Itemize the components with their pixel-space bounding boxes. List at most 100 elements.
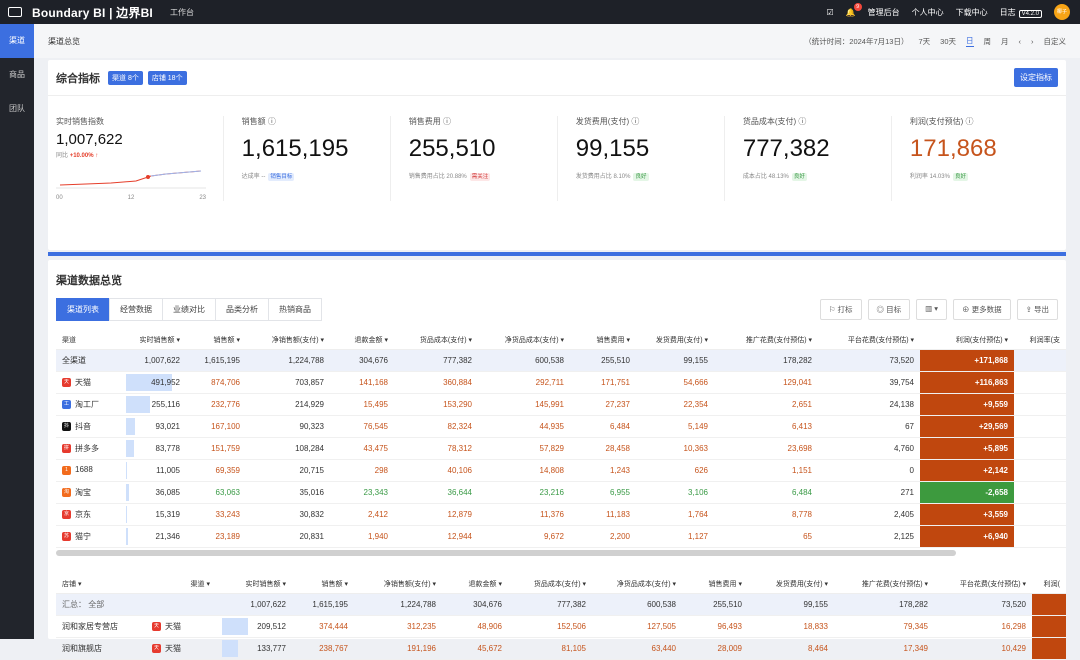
table-row[interactable]: 全渠道1,007,6221,615,1951,224,788304,676777…	[56, 349, 1066, 371]
profit-cell: +3,559	[920, 503, 1014, 525]
range-30d[interactable]: 30天	[940, 36, 956, 47]
column-header[interactable]: 推广花费(支付预估) ▾	[714, 331, 818, 349]
custom-range[interactable]: 自定义	[1044, 36, 1067, 47]
column-header[interactable]: 销售费用 ▾	[682, 576, 748, 594]
column-header[interactable]: 销售额 ▾	[186, 331, 246, 349]
bell-icon[interactable]: 🔔9	[846, 8, 856, 17]
column-header[interactable]: 渠道 ▾	[146, 576, 216, 594]
avatar[interactable]: 椰子	[1054, 4, 1070, 20]
realtime-sales-cell: 15,319	[120, 503, 186, 525]
column-header[interactable]: 净销售额(支付) ▾	[246, 331, 330, 349]
nav-log[interactable]: 日志V4.2.0	[1000, 7, 1042, 18]
range-7d[interactable]: 7天	[918, 36, 930, 47]
column-header[interactable]: 实时销售额 ▾	[120, 331, 186, 349]
column-header[interactable]: 实时销售额 ▾	[216, 576, 292, 594]
table-row[interactable]: 天天猫491,952874,706703,857141,168360,88429…	[56, 371, 1066, 393]
nav-downloads[interactable]: 下载中心	[956, 7, 988, 18]
table-row[interactable]: 1168811,00569,35920,71529840,10614,8081,…	[56, 459, 1066, 481]
column-header[interactable]: 推广花费(支付预估) ▾	[834, 576, 934, 594]
shop-count-tag[interactable]: 店铺 18个	[148, 71, 187, 85]
range-day[interactable]: 日	[966, 35, 974, 47]
table-row[interactable]: 淘淘宝36,08563,06335,01623,34336,64423,2166…	[56, 481, 1066, 503]
table-row[interactable]: 抖抖音93,021167,10090,32376,54582,32444,935…	[56, 415, 1066, 437]
metric-goods-cost[interactable]: 货品成本(支付) ⓘ 777,382 成本占比 48.13%良好	[724, 116, 891, 201]
table-cell: 777,382	[508, 594, 592, 616]
column-header[interactable]: 利润(	[1032, 576, 1066, 594]
next-icon[interactable]: ›	[1031, 37, 1034, 46]
mark-button[interactable]: ⚐ 打标	[820, 299, 862, 320]
column-header[interactable]: 货品成本(支付) ▾	[394, 331, 478, 349]
app-logo[interactable]: Boundary BI | 边界BI	[0, 4, 170, 21]
column-header[interactable]: 店铺 ▾	[56, 576, 146, 594]
metric-profit[interactable]: 利润(支付预估) ⓘ 171,868 利润率 14.03%良好	[891, 116, 1058, 201]
export-button[interactable]: ⇪ 导出	[1017, 299, 1058, 320]
metric-realtime[interactable]: 实时销售指数 1,007,622 同比 +10.00% ↑ 001223	[56, 116, 223, 201]
range-month[interactable]: 月	[1001, 36, 1009, 47]
table-row[interactable]: 工淘工厂255,116232,776214,92915,495153,29014…	[56, 393, 1066, 415]
column-header[interactable]: 销售额 ▾	[292, 576, 354, 594]
cell-value: 255,116	[152, 400, 180, 409]
column-header[interactable]: 净销售额(支付) ▾	[354, 576, 442, 594]
metric-sub: 发货费用占比 8.10%良好	[576, 171, 714, 180]
table-cell: 10,363	[636, 437, 714, 459]
metric-sub: 销售费用占比 20.88%需关注	[409, 171, 547, 180]
column-header[interactable]: 平台花费(支付预估) ▾	[818, 331, 920, 349]
channel-count-tag[interactable]: 渠道 8个	[108, 71, 143, 85]
sidebar-item-product[interactable]: 商品	[0, 58, 34, 92]
sales-bar	[126, 484, 129, 501]
table-cell: 271	[818, 481, 920, 503]
metric-sales-cost[interactable]: 销售费用 ⓘ 255,510 销售费用占比 20.88%需关注	[390, 116, 557, 201]
cell-value: 36,085	[156, 488, 180, 497]
column-header[interactable]: 利润(支付预估) ▾	[920, 331, 1014, 349]
tab-category[interactable]: 品类分析	[215, 298, 269, 321]
column-header[interactable]: 货品成本(支付) ▾	[508, 576, 592, 594]
metric-sales[interactable]: 销售额 ⓘ 1,615,195 达成率 --销售目标	[223, 116, 390, 201]
column-header[interactable]: 净货品成本(支付) ▾	[478, 331, 570, 349]
columns-icon[interactable]: ▥ ▾	[916, 299, 947, 320]
column-header[interactable]: 退款金额 ▾	[442, 576, 508, 594]
table-row[interactable]: 润和旗舰店天天猫133,777238,767191,19645,67281,10…	[56, 638, 1066, 660]
table-row[interactable]: 拼拼多多83,778151,759108,28443,47578,31257,8…	[56, 437, 1066, 459]
table-cell: 17,349	[834, 638, 934, 660]
metric-value: 777,382	[743, 135, 881, 163]
cell-value: 209,512	[257, 622, 286, 631]
realtime-sales-cell: 36,085	[120, 481, 186, 503]
shop-table: 店铺 ▾渠道 ▾实时销售额 ▾销售额 ▾净销售额(支付) ▾退款金额 ▾货品成本…	[56, 576, 1066, 660]
horizontal-scrollbar[interactable]	[56, 550, 956, 556]
table-cell: 6,484	[714, 481, 818, 503]
prev-icon[interactable]: ‹	[1019, 37, 1022, 46]
more-data-button[interactable]: ⊕ 更多数据	[953, 299, 1011, 320]
nav-profile[interactable]: 个人中心	[912, 7, 944, 18]
table-row[interactable]: 苏猫宁21,34623,18920,8311,94012,9449,6722,2…	[56, 525, 1066, 547]
column-header[interactable]: 净货品成本(支付) ▾	[592, 576, 682, 594]
metric-shipping[interactable]: 发货费用(支付) ⓘ 99,155 发货费用占比 8.10%良好	[557, 116, 724, 201]
column-header[interactable]: 利润率(支	[1014, 331, 1066, 349]
sidebar-item-channel[interactable]: 渠道	[0, 24, 34, 58]
nav-admin[interactable]: 管理后台	[868, 7, 900, 18]
column-header[interactable]: 退款金额 ▾	[330, 331, 394, 349]
table-row[interactable]: 汇总： 全部1,007,6221,615,1951,224,788304,676…	[56, 594, 1066, 616]
column-header[interactable]: 发货费用(支付) ▾	[748, 576, 834, 594]
table-cell: 6,955	[570, 481, 636, 503]
channel-icon: 天	[152, 622, 161, 631]
range-week[interactable]: 周	[984, 36, 992, 47]
sidebar: 渠道 商品 团队	[0, 24, 34, 639]
sales-bar	[126, 506, 127, 523]
tab-hot-products[interactable]: 热销商品	[268, 298, 322, 321]
column-header[interactable]: 销售费用 ▾	[570, 331, 636, 349]
set-metrics-button[interactable]: 设定指标	[1014, 68, 1058, 87]
column-header[interactable]: 渠道	[56, 331, 120, 349]
table-cell: 78,312	[394, 437, 478, 459]
tab-channel-list[interactable]: 渠道列表	[56, 298, 110, 321]
column-header[interactable]: 平台花费(支付预估) ▾	[934, 576, 1032, 594]
tab-performance[interactable]: 业绩对比	[162, 298, 216, 321]
target-button[interactable]: ◎ 目标	[868, 299, 911, 320]
checklist-icon[interactable]: ☑	[827, 8, 834, 17]
table-row[interactable]: 润和家居专营店天天猫209,512374,444312,23548,906152…	[56, 616, 1066, 638]
sidebar-item-team[interactable]: 团队	[0, 92, 34, 126]
tab-operations[interactable]: 经营数据	[109, 298, 163, 321]
table-cell: 777,382	[394, 349, 478, 371]
nav-workbench[interactable]: 工作台	[170, 7, 194, 18]
table-row[interactable]: 京京东15,31933,24330,8322,41212,87911,37611…	[56, 503, 1066, 525]
column-header[interactable]: 发货费用(支付) ▾	[636, 331, 714, 349]
